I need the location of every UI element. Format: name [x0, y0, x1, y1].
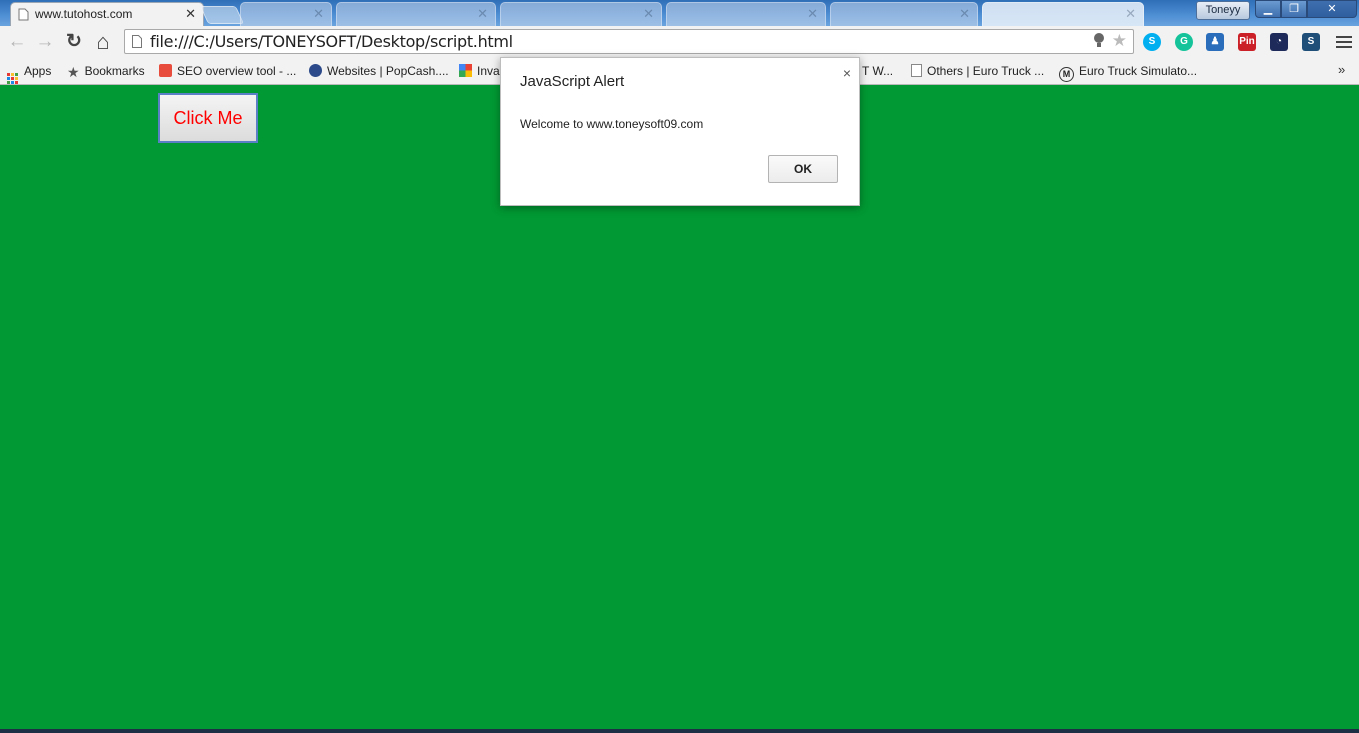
popcash-icon: [309, 64, 322, 77]
tab-close-icon[interactable]: ✕: [1125, 3, 1136, 25]
browser-toolbar: ← → ↻ ⌂ file:///C:/Users/TONEYSOFT/Deskt…: [0, 26, 1359, 59]
seo-icon: [159, 64, 172, 77]
tab-background[interactable]: ✕: [982, 2, 1144, 26]
window-close-icon[interactable]: ✕: [1307, 0, 1357, 18]
tab-background[interactable]: ✕: [830, 2, 978, 26]
alert-title: JavaScript Alert: [520, 73, 625, 90]
click-me-button[interactable]: Click Me: [158, 93, 258, 143]
tab-title: www.tutohost.com: [35, 7, 133, 21]
star-icon: ★: [67, 64, 80, 80]
tab-background[interactable]: ✕: [500, 2, 662, 26]
bookmark-apps[interactable]: Apps: [7, 62, 51, 84]
home-icon[interactable]: ⌂: [91, 30, 115, 54]
tab-close-icon[interactable]: ✕: [807, 3, 818, 25]
bookmark-item[interactable]: Websites | PopCash....: [309, 62, 449, 80]
tab-close-icon[interactable]: ✕: [477, 3, 488, 25]
tab-close-icon[interactable]: ✕: [185, 3, 196, 25]
tab-tutohost[interactable]: www.tutohost.com ✕: [10, 2, 204, 26]
bookmark-label: Inva: [477, 64, 500, 78]
reload-icon[interactable]: ↻: [62, 30, 86, 54]
tab-close-icon[interactable]: ✕: [959, 3, 970, 25]
google-icon: [459, 64, 472, 77]
grammarly-extension-icon[interactable]: G: [1175, 33, 1193, 51]
bookmark-label: T W...: [862, 64, 894, 78]
bookmark-label: Bookmarks: [84, 64, 145, 78]
bookmark-item[interactable]: T W...: [862, 62, 893, 80]
tab-background[interactable]: ✕: [336, 2, 496, 26]
bookmark-label: Euro Truck Simulato...: [1079, 64, 1198, 78]
bookmark-label: Apps: [24, 64, 52, 78]
bookmarks-overflow-icon[interactable]: »: [1338, 62, 1345, 77]
pinterest-extension-icon[interactable]: Pin: [1238, 33, 1256, 51]
javascript-alert-dialog: JavaScript Alert × Welcome to www.toneys…: [500, 57, 860, 206]
taskbar: [0, 729, 1359, 733]
url-text[interactable]: file:///C:/Users/TONEYSOFT/Desktop/scrip…: [150, 32, 513, 51]
hamburger-menu-icon[interactable]: [1336, 33, 1352, 49]
lightbulb-icon[interactable]: [1093, 32, 1105, 52]
bookmark-item[interactable]: Others | Euro Truck ...: [911, 62, 1044, 80]
new-tab-button[interactable]: [199, 6, 245, 24]
restore-icon[interactable]: ❐: [1281, 0, 1307, 18]
profile-button[interactable]: Toneyy: [1196, 1, 1250, 20]
tab-background[interactable]: ✕: [240, 2, 332, 26]
ok-button[interactable]: OK: [768, 155, 838, 183]
bookmark-label: Others | Euro Truck ...: [927, 64, 1045, 78]
minimize-icon[interactable]: ▁: [1255, 0, 1281, 18]
bookmark-item[interactable]: ★ Bookmarks: [67, 62, 145, 80]
bookmark-star-icon[interactable]: ★: [1112, 31, 1127, 51]
bookmark-item[interactable]: M Euro Truck Simulato...: [1059, 62, 1197, 82]
bookmark-label: SEO overview tool - ...: [177, 64, 297, 78]
speedometer-extension-icon[interactable]: ◔: [1270, 33, 1288, 51]
page-icon: [18, 8, 29, 21]
title-bar: www.tutohost.com ✕ ✕ ✕ ✕ ✕ ✕ ✕ Toneyy ▁ …: [0, 0, 1359, 26]
address-bar[interactable]: file:///C:/Users/TONEYSOFT/Desktop/scrip…: [124, 29, 1134, 54]
alert-close-icon[interactable]: ×: [843, 65, 851, 81]
bookmark-item[interactable]: Inva: [459, 62, 500, 80]
bookmark-item[interactable]: SEO overview tool - ...: [159, 62, 296, 80]
m-icon: M: [1059, 67, 1074, 82]
forward-icon[interactable]: →: [33, 30, 57, 54]
page-icon: [911, 64, 922, 77]
skype-extension-icon[interactable]: S: [1143, 33, 1161, 51]
page-icon: [132, 35, 142, 48]
s-extension-icon[interactable]: S: [1302, 33, 1320, 51]
bookmark-label: Websites | PopCash....: [327, 64, 449, 78]
alert-message: Welcome to www.toneysoft09.com: [520, 117, 704, 131]
back-icon[interactable]: ←: [5, 30, 29, 54]
tab-close-icon[interactable]: ✕: [313, 3, 324, 25]
tab-background[interactable]: ✕: [666, 2, 826, 26]
tab-close-icon[interactable]: ✕: [643, 3, 654, 25]
user-extension-icon[interactable]: ♟: [1206, 33, 1224, 51]
apps-grid-icon: [7, 73, 18, 84]
